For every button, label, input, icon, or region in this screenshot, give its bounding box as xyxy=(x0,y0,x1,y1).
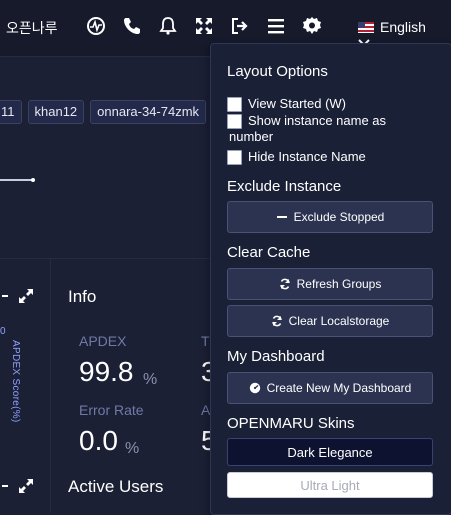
info-title: Info xyxy=(68,287,97,306)
error-rate-label: Error Rate xyxy=(79,402,144,418)
option-view-started[interactable]: View Started (W) xyxy=(227,96,346,112)
metric-label-partial: T xyxy=(201,333,210,349)
button-label: Clear Localstorage xyxy=(288,314,390,328)
checkbox[interactable] xyxy=(227,97,242,112)
dashboard-icon xyxy=(249,382,260,394)
refresh-icon xyxy=(271,315,282,327)
instance-tag[interactable]: 11 xyxy=(0,100,22,124)
apdex-value: 99.8 xyxy=(79,356,134,387)
button-label: Create New My Dashboard xyxy=(266,381,412,395)
skin-dark-elegance-button[interactable]: Dark Elegance xyxy=(227,438,433,466)
us-flag-icon xyxy=(358,21,374,33)
clear-localstorage-button[interactable]: Clear Localstorage xyxy=(227,305,433,337)
my-dashboard-title: My Dashboard xyxy=(227,348,325,365)
arrow-icon xyxy=(2,295,8,297)
expand-icon[interactable] xyxy=(18,288,34,304)
active-users-title: Active Users xyxy=(68,477,164,496)
chart-trace xyxy=(0,178,35,182)
apdex-axis-label: APDEX Score(%) xyxy=(10,340,21,423)
option-label: View Started (W) xyxy=(248,96,347,111)
button-label: Refresh Groups xyxy=(296,277,382,291)
panel-vertical-divider xyxy=(50,258,51,513)
logout-icon[interactable] xyxy=(229,15,251,37)
brand-name[interactable]: 오픈나루 xyxy=(6,18,58,38)
metric-label-partial: A xyxy=(201,402,211,418)
apdex-axis-tick: 0 xyxy=(0,326,6,337)
error-rate-value: 0.0 xyxy=(79,425,118,456)
error-rate-unit: % xyxy=(125,440,140,457)
refresh-groups-button[interactable]: Refresh Groups xyxy=(227,268,433,300)
option-label: Hide Instance Name xyxy=(248,149,366,164)
button-label: Ultra Light xyxy=(300,477,360,493)
button-label: Exclude Stopped xyxy=(293,210,385,224)
apdex-unit: % xyxy=(143,371,158,388)
skin-ultra-light-button[interactable]: Ultra Light xyxy=(227,472,433,498)
bell-icon[interactable] xyxy=(157,15,179,37)
minus-icon xyxy=(276,216,287,218)
activity-icon[interactable] xyxy=(85,15,107,37)
arrow-icon xyxy=(2,485,8,487)
option-hide-instance-name[interactable]: Hide Instance Name xyxy=(227,149,366,165)
gear-icon[interactable] xyxy=(301,15,323,37)
button-label: Dark Elegance xyxy=(287,444,373,460)
menu-icon[interactable] xyxy=(265,15,287,37)
layout-options-dropdown: Layout Options View Started (W) Show ins… xyxy=(210,43,451,515)
create-dashboard-button[interactable]: Create New My Dashboard xyxy=(227,372,433,404)
refresh-icon xyxy=(279,278,290,290)
option-label: Show instance name as number xyxy=(229,113,387,144)
instance-tag[interactable]: khan12 xyxy=(27,100,85,124)
checkbox[interactable] xyxy=(227,150,242,165)
instance-tag[interactable]: onnara-34-74zmk xyxy=(90,100,207,124)
layout-options-title: Layout Options xyxy=(227,63,328,80)
language-selector[interactable]: English xyxy=(358,19,426,35)
fullscreen-icon[interactable] xyxy=(193,15,215,37)
language-label: English xyxy=(380,19,426,35)
instance-tag-bar: 11 khan12 onnara-34-74zmk o xyxy=(0,100,234,124)
clear-cache-title: Clear Cache xyxy=(227,244,311,261)
expand-icon[interactable] xyxy=(18,478,34,494)
phone-icon[interactable] xyxy=(121,15,143,37)
skins-title: OPENMARU Skins xyxy=(227,415,355,432)
exclude-instance-title: Exclude Instance xyxy=(227,178,342,195)
option-show-instance-number[interactable]: Show instance name as number xyxy=(227,113,427,145)
apdex-label: APDEX xyxy=(79,333,127,349)
exclude-stopped-button[interactable]: Exclude Stopped xyxy=(227,201,433,233)
